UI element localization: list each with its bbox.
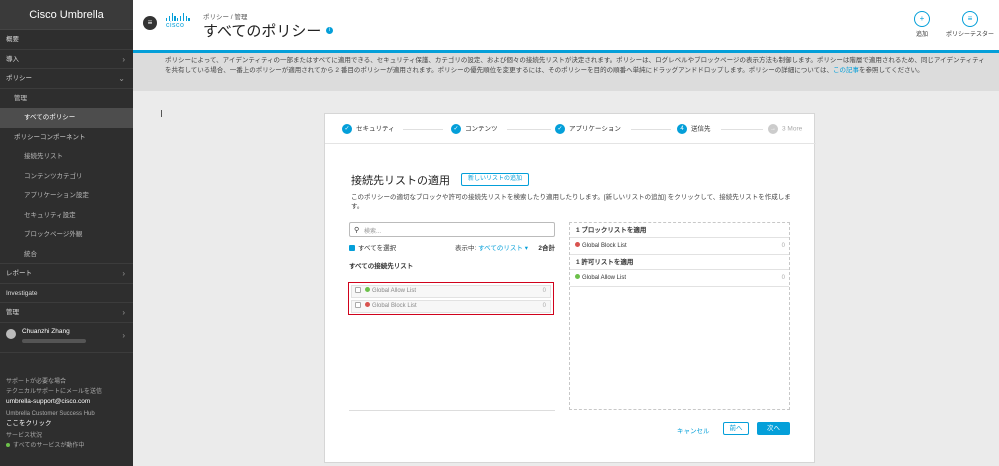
sidebar: Cisco Umbrella 概要 導入 › ポリシー ⌄ 管理 すべてのポリシー … bbox=[0, 0, 133, 466]
step-application[interactable]: ✓ アプリケーション bbox=[555, 124, 621, 135]
filter-dropdown[interactable]: 表示中: すべてのリスト ▾ bbox=[455, 242, 528, 252]
policy-tester-button[interactable]: ≡ ポリシーテスター bbox=[944, 11, 996, 38]
nav-reports[interactable]: レポート › bbox=[0, 264, 133, 284]
applied-block-heading: 1 ブロックリストを適用 bbox=[570, 223, 789, 238]
available-lists: ⚲ 検索... すべてを選択 表示中: すべてのリスト ▾ 2合計 すべての接続… bbox=[348, 222, 555, 315]
service-status-label: サービス状況 bbox=[6, 433, 43, 439]
nav-destination-lists[interactable]: 接続先リスト bbox=[0, 147, 133, 167]
nav-policies[interactable]: ポリシー ⌄ bbox=[0, 69, 133, 89]
policy-wizard: ✓ セキュリティ ✓ コンテンツ ✓ アプリケーション 4 送信先 → 3 More 接続… bbox=[324, 113, 816, 463]
nav-content-categories[interactable]: コンテンツカテゴリ bbox=[0, 167, 133, 187]
applied-list-item[interactable]: Global Block List 0 bbox=[570, 238, 789, 255]
wizard-stepper: ✓ セキュリティ ✓ コンテンツ ✓ アプリケーション 4 送信先 → 3 More bbox=[325, 114, 816, 144]
info-banner: ポリシーによって、アイデンティティの一部またはすべてに適用できる、セキュリティ保… bbox=[133, 53, 999, 91]
list-item[interactable]: Global Allow List 0 bbox=[351, 285, 551, 298]
chevron-right-icon: › bbox=[122, 330, 125, 340]
user-name: Chuanzhi Zhang bbox=[22, 327, 70, 335]
search-input[interactable]: ⚲ 検索... bbox=[349, 222, 555, 237]
check-icon: ✓ bbox=[555, 124, 565, 134]
success-hub-label: Umbrella Customer Success Hub bbox=[6, 411, 95, 417]
applied-allow-heading: 1 許可リストを適用 bbox=[570, 255, 789, 270]
all-lists-heading: すべての接続先リスト bbox=[349, 263, 414, 270]
list-item[interactable]: Global Block List 0 bbox=[351, 300, 551, 313]
nav-integrations[interactable]: 統合 bbox=[0, 245, 133, 264]
support-email-label: テクニカルサポートにメールを送信 bbox=[6, 389, 103, 395]
total-count: 2合計 bbox=[538, 245, 555, 252]
allow-status-icon bbox=[575, 273, 580, 279]
step-destinations[interactable]: 4 送信先 bbox=[677, 124, 711, 135]
nav-overview[interactable]: 概要 bbox=[0, 30, 133, 50]
check-icon: ✓ bbox=[342, 124, 352, 134]
menu-icon[interactable]: ≡ bbox=[143, 16, 157, 30]
cancel-button[interactable]: キャンセル bbox=[677, 425, 710, 435]
list-checkbox[interactable] bbox=[355, 302, 361, 309]
chevron-right-icon: › bbox=[122, 308, 125, 317]
article-link[interactable]: この記事 bbox=[833, 67, 859, 74]
nav-management[interactable]: 管理 bbox=[0, 89, 133, 109]
avatar bbox=[6, 328, 16, 339]
nav-policy-components[interactable]: ポリシーコンポーネント bbox=[0, 128, 133, 148]
block-status-icon bbox=[575, 241, 580, 247]
support-email-link[interactable]: umbrella-support@cisco.com bbox=[6, 397, 130, 407]
applied-lists: 1 ブロックリストを適用 Global Block List 0 1 許可リストを… bbox=[569, 222, 790, 410]
user-menu[interactable]: Chuanzhi Zhang › bbox=[0, 323, 133, 353]
brand-title: Cisco Umbrella bbox=[0, 0, 133, 30]
nav-investigate[interactable]: Investigate bbox=[0, 284, 133, 303]
step-number-icon: 4 bbox=[677, 124, 687, 134]
page-title: すべてのポリシー bbox=[203, 23, 322, 40]
arrow-right-icon: → bbox=[768, 124, 778, 134]
support-panel: サポートが必要な場合 テクニカルサポートにメールを送信 umbrella-sup… bbox=[6, 377, 130, 451]
add-icon: + bbox=[914, 11, 930, 27]
service-status-link[interactable]: すべてのサービスが動作中 bbox=[6, 441, 130, 451]
search-icon: ⚲ bbox=[354, 227, 360, 234]
step-security[interactable]: ✓ セキュリティ bbox=[342, 124, 395, 135]
chevron-down-icon: ⌄ bbox=[118, 74, 125, 83]
header: ≡ cisco ポリシー / 管理 すべてのポリシー i + 追加 ≡ ポリシー… bbox=[133, 0, 999, 50]
check-icon: ✓ bbox=[451, 124, 461, 134]
section-description: このポリシーの適切なブロックや許可の接続先リストを検索したり適用したりします。[… bbox=[351, 194, 791, 210]
next-button[interactable]: 次へ bbox=[757, 422, 790, 435]
allow-status-icon bbox=[365, 286, 370, 292]
success-hub-link[interactable]: ここをクリック bbox=[6, 419, 130, 429]
info-icon[interactable]: i bbox=[326, 27, 333, 34]
list-icon: ≡ bbox=[962, 11, 978, 27]
chevron-right-icon: › bbox=[122, 269, 125, 278]
highlighted-lists: Global Allow List 0 Global Block List 0 bbox=[348, 282, 554, 315]
list-checkbox[interactable] bbox=[355, 287, 361, 294]
cisco-logo: cisco bbox=[166, 13, 192, 29]
step-content[interactable]: ✓ コンテンツ bbox=[451, 124, 498, 135]
select-all-checkbox[interactable]: すべてを選択 bbox=[349, 245, 396, 252]
block-status-icon bbox=[365, 301, 370, 307]
applied-list-item[interactable]: Global Allow List 0 bbox=[570, 270, 789, 287]
status-dot-icon bbox=[6, 443, 10, 448]
add-new-list-button[interactable]: 新しいリストの追加 bbox=[461, 173, 530, 186]
account-name-redacted bbox=[22, 338, 86, 343]
nav-admin[interactable]: 管理 › bbox=[0, 303, 133, 323]
back-button[interactable]: 前へ bbox=[723, 422, 749, 435]
nav-all-policies[interactable]: すべてのポリシー bbox=[0, 108, 133, 128]
add-policy-button[interactable]: + 追加 bbox=[914, 11, 930, 38]
step-more[interactable]: → 3 More bbox=[768, 124, 802, 135]
chevron-right-icon: › bbox=[122, 54, 125, 64]
text-cursor bbox=[161, 110, 162, 117]
nav-application-settings[interactable]: アプリケーション設定 bbox=[0, 186, 133, 206]
divider bbox=[349, 410, 555, 411]
nav-deployment[interactable]: 導入 › bbox=[0, 50, 133, 69]
nav-security-settings[interactable]: セキュリティ設定 bbox=[0, 206, 133, 226]
section-title: 接続先リストの適用 bbox=[351, 175, 450, 187]
support-heading: サポートが必要な場合 bbox=[6, 379, 67, 385]
nav-block-page[interactable]: ブロックページ外観 bbox=[0, 225, 133, 245]
select-all-row: すべてを選択 表示中: すべてのリスト ▾ 2合計 bbox=[349, 242, 555, 254]
